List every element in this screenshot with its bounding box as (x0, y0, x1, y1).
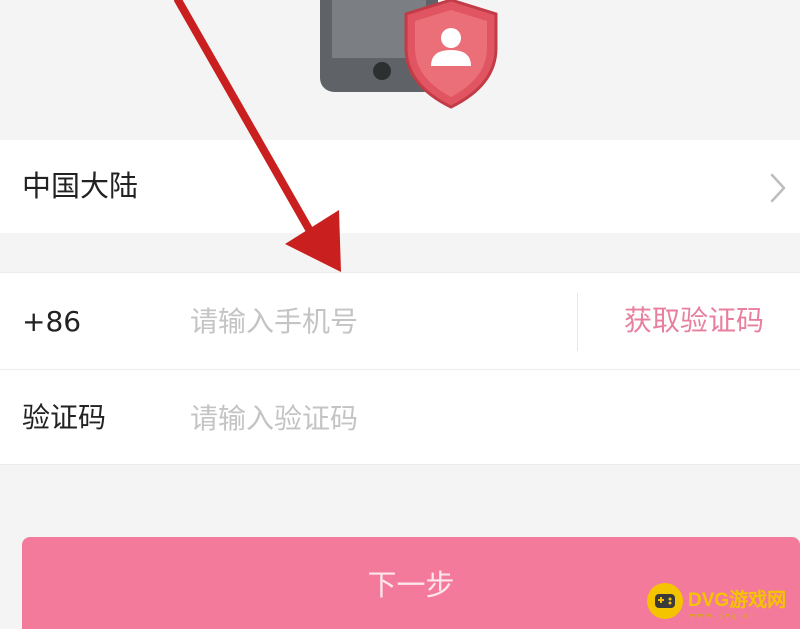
phone-shield-illustration (320, 0, 498, 109)
region-selector[interactable]: 中国大陆 (0, 140, 800, 233)
field-divider (577, 293, 578, 351)
verification-code-label: 验证码 (22, 401, 107, 434)
get-code-button[interactable]: 获取验证码 (624, 301, 764, 341)
chevron-right-icon (770, 173, 786, 203)
dvg-logo-icon (647, 583, 683, 619)
watermark-text: DVG游戏网 (688, 590, 787, 611)
watermark-subtext: www.dvg.cn (690, 613, 758, 620)
country-code[interactable]: +86 (22, 302, 81, 342)
header-illustration-area (0, 0, 800, 140)
verification-code-row: 验证码 (0, 369, 800, 465)
watermark: DVG游戏网 www.dvg.cn (646, 582, 796, 624)
phone-number-input[interactable] (190, 297, 560, 345)
verification-code-input[interactable] (190, 394, 560, 442)
region-label: 中国大陆 (22, 169, 139, 203)
phone-number-row: +86 获取验证码 (0, 272, 800, 369)
